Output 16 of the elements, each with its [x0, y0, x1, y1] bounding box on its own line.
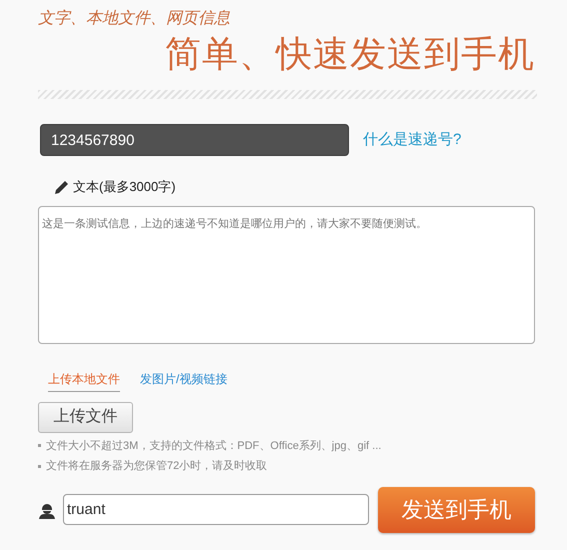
text-area[interactable]: 这是一条测试信息，上边的速递号不知道是哪位用户的，请大家不要随便测试。 — [38, 206, 535, 344]
page-title: 简单、快速发送到手机 — [165, 32, 535, 76]
bullet-icon — [38, 444, 41, 448]
name-field[interactable]: truant — [63, 494, 369, 525]
pencil-icon — [53, 178, 71, 195]
send-button[interactable]: 发送到手机 — [378, 486, 535, 532]
upload-button[interactable]: 上传文件 — [38, 402, 133, 432]
help-link[interactable]: 什么是速递号? — [363, 128, 462, 152]
tab[interactable]: 上传本地文件 — [48, 370, 120, 392]
subtitle: 文字、本地文件、网页信息 — [38, 8, 231, 29]
text-label: 文本(最多3000字) — [73, 178, 176, 196]
tab[interactable]: 发图片/视频链接 — [140, 370, 228, 392]
code-field[interactable]: 1234567890 — [40, 124, 349, 156]
note-text: 文件将在服务器为您保管72小时，请及时收取 — [46, 458, 268, 474]
note-text: 文件大小不超过3M，支持的文件格式：PDF、Office系列、jpg、gif ... — [46, 438, 382, 454]
bullet-icon — [38, 464, 41, 468]
